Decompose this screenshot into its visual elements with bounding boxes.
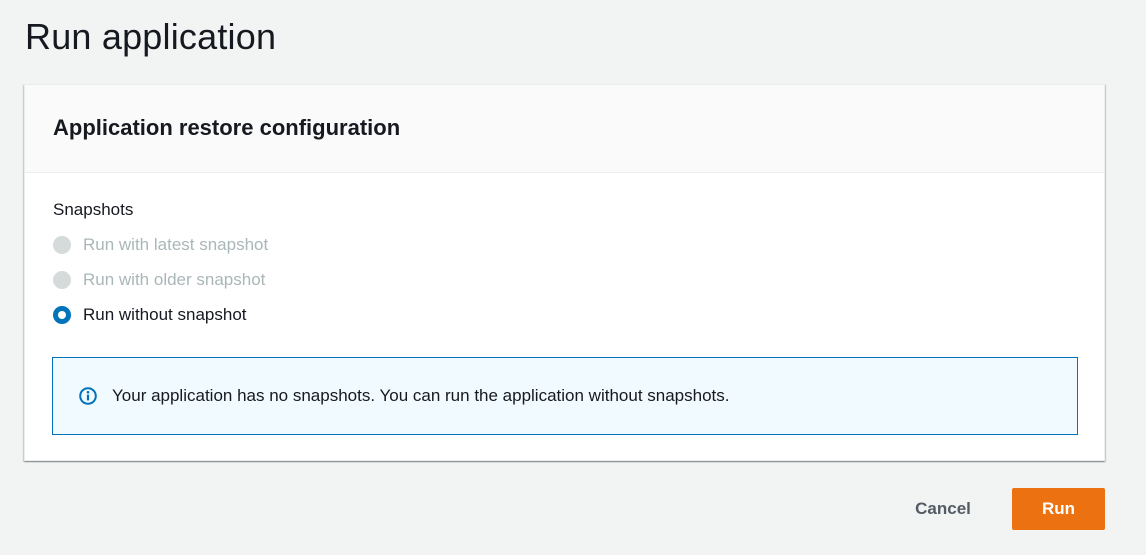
radio-run-without-snapshot[interactable]: Run without snapshot	[53, 303, 247, 327]
radio-label: Run with older snapshot	[83, 270, 266, 289]
page-title: Run application	[25, 16, 277, 57]
radio-button-disabled[interactable]	[53, 236, 71, 254]
panel-header: Application restore configuration	[25, 85, 1104, 173]
info-message: Your application has no snapshots. You c…	[112, 386, 730, 405]
restore-configuration-panel: Application restore configuration Snapsh…	[24, 84, 1105, 461]
panel-title: Application restore configuration	[53, 115, 401, 140]
radio-button-selected[interactable]	[53, 306, 71, 324]
radio-run-with-older-snapshot[interactable]: Run with older snapshot	[53, 268, 265, 292]
info-icon	[79, 387, 97, 405]
radio-button-disabled[interactable]	[53, 271, 71, 289]
info-alert: Your application has no snapshots. You c…	[52, 357, 1078, 435]
radio-label: Run without snapshot	[83, 305, 247, 324]
radio-label: Run with latest snapshot	[83, 235, 269, 254]
cancel-button[interactable]: Cancel	[898, 488, 988, 530]
radio-run-with-latest-snapshot[interactable]: Run with latest snapshot	[53, 233, 268, 257]
snapshots-label: Snapshots	[53, 200, 134, 219]
run-button[interactable]: Run	[1012, 488, 1105, 530]
